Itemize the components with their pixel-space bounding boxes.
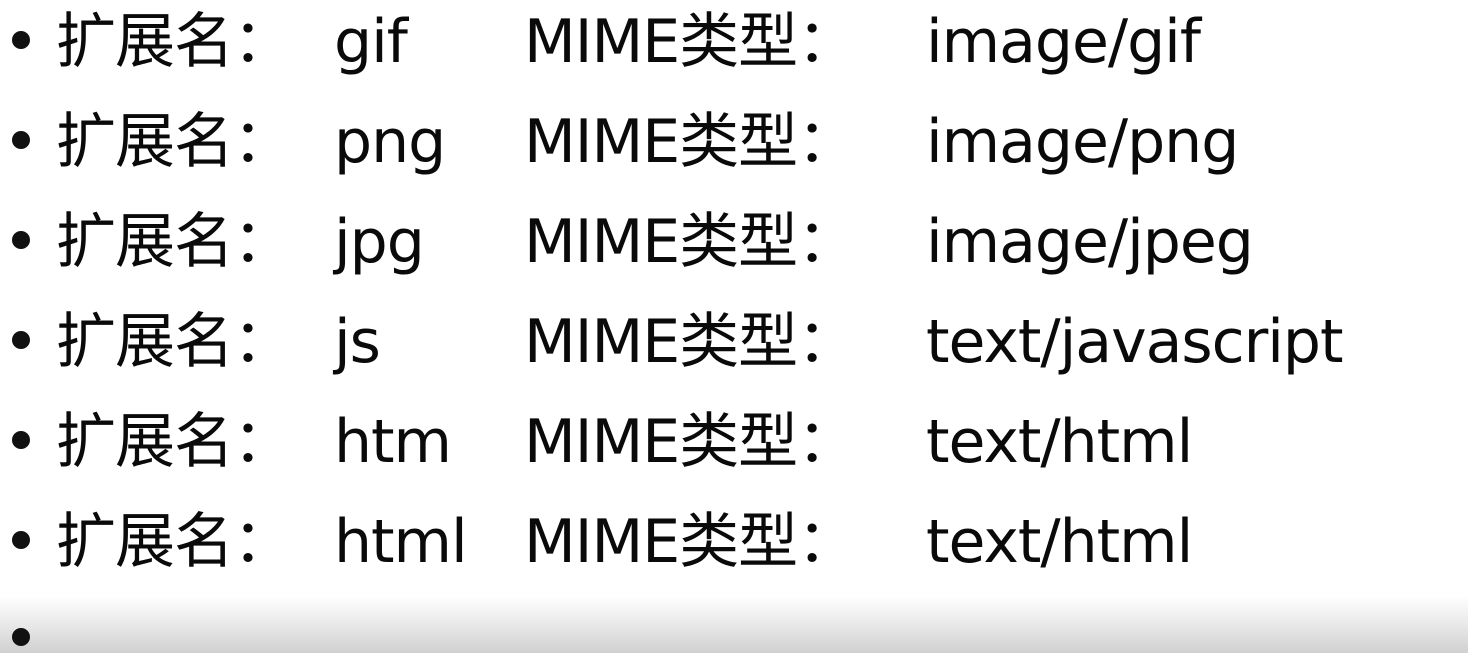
mime-type-value: image/jpeg <box>926 207 1254 277</box>
extension-label: 扩展名： <box>56 107 293 177</box>
list-item: 扩展名： js MIME类型： text/javascript <box>0 300 1468 400</box>
mime-type-value: image/gif <box>926 7 1201 77</box>
extension-value: html <box>334 507 468 577</box>
list-item: 扩展名： htm MIME类型： text/html <box>0 400 1468 500</box>
mime-type-label: MIME类型： <box>524 107 857 177</box>
list-item: 扩展名： jpg MIME类型： image/jpeg <box>0 200 1468 300</box>
mime-type-value: text/javascript <box>926 307 1344 377</box>
mime-type-value: text/html <box>926 407 1193 477</box>
bullet-icon <box>12 431 30 449</box>
extension-value: js <box>334 307 381 377</box>
extension-value: png <box>334 107 446 177</box>
bullet-icon <box>12 31 30 49</box>
bottom-gradient <box>0 596 1468 653</box>
slide: 扩展名： gif MIME类型： image/gif 扩展名： png MIME… <box>0 0 1468 653</box>
list-item: 扩展名： html MIME类型： text/html <box>0 500 1468 600</box>
bullet-icon <box>12 531 30 549</box>
bullet-icon <box>12 331 30 349</box>
extension-label: 扩展名： <box>56 207 293 277</box>
extension-label: 扩展名： <box>56 407 293 477</box>
bullet-icon <box>12 628 30 646</box>
extension-label: 扩展名： <box>56 7 293 77</box>
mime-type-label: MIME类型： <box>524 307 857 377</box>
extension-value: jpg <box>334 207 425 277</box>
mime-type-label: MIME类型： <box>524 7 857 77</box>
mime-type-label: MIME类型： <box>524 507 857 577</box>
mime-type-value: text/html <box>926 507 1193 577</box>
bullet-icon <box>12 131 30 149</box>
bullet-icon <box>12 231 30 249</box>
list-item: 扩展名： png MIME类型： image/png <box>0 100 1468 200</box>
mime-type-label: MIME类型： <box>524 207 857 277</box>
mime-type-value: image/png <box>926 107 1239 177</box>
list-item: 扩展名： gif MIME类型： image/gif <box>0 0 1468 100</box>
mime-type-label: MIME类型： <box>524 407 857 477</box>
extension-value: gif <box>334 7 408 77</box>
extension-value: htm <box>334 407 452 477</box>
extension-label: 扩展名： <box>56 307 293 377</box>
extension-label: 扩展名： <box>56 507 293 577</box>
